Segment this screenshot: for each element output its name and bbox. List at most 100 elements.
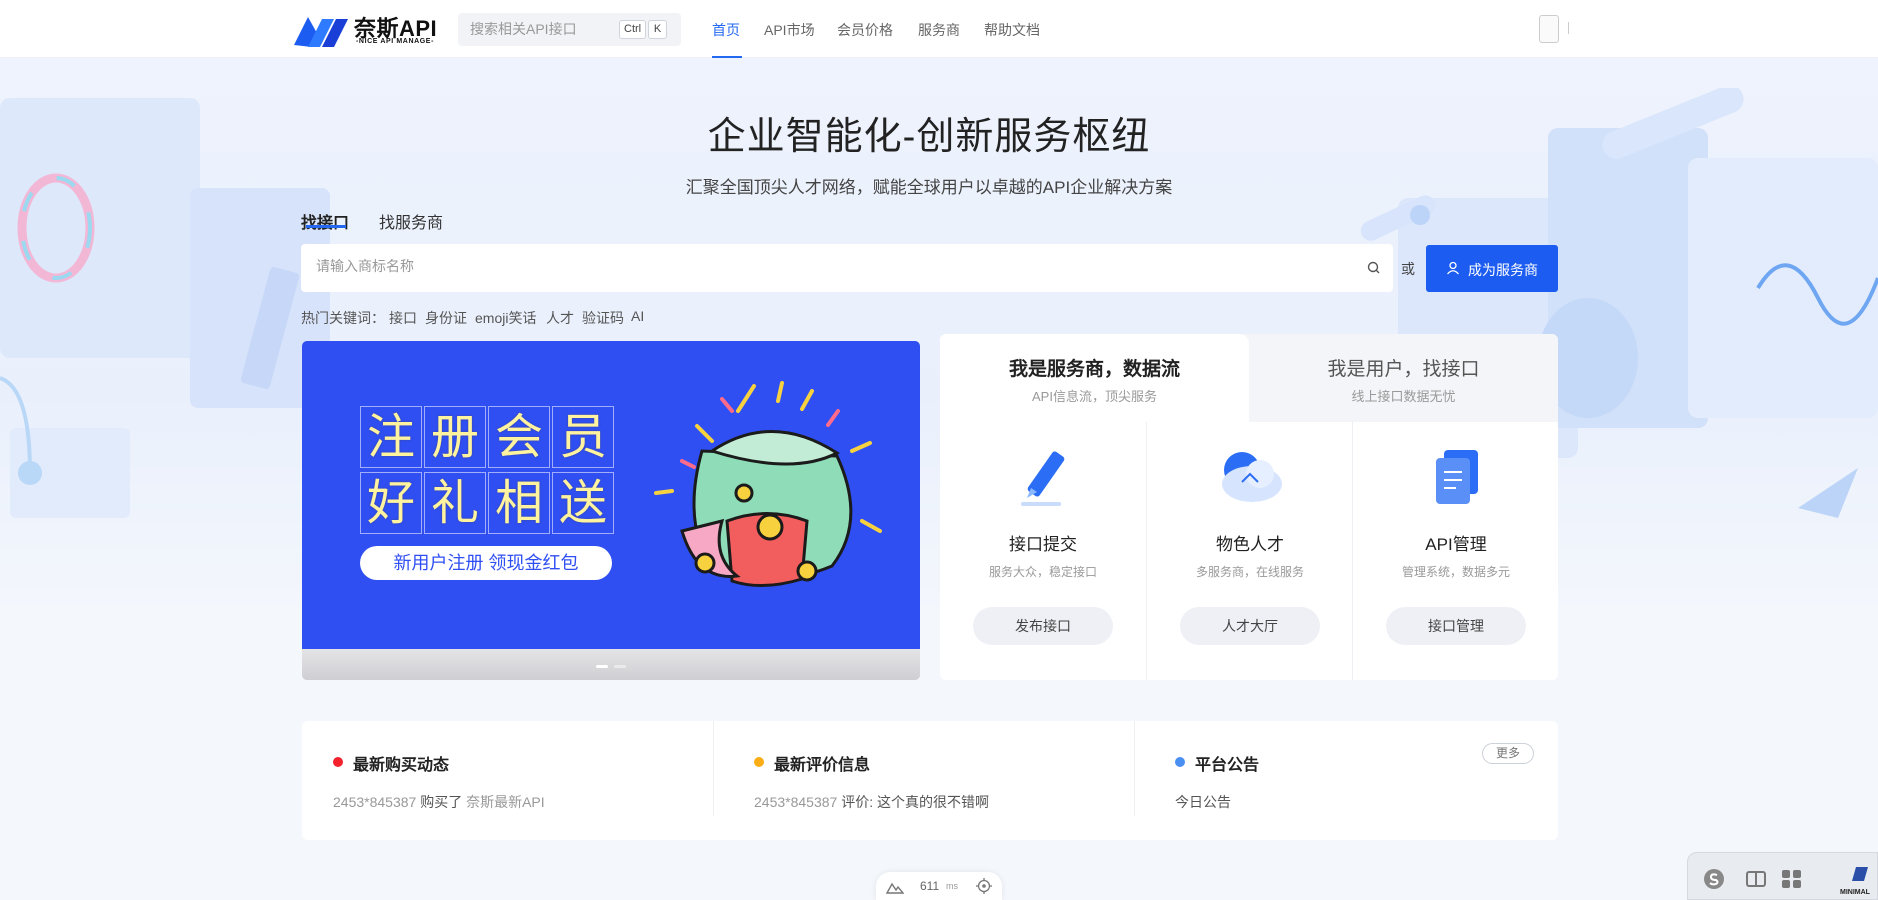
hero-search-input[interactable] xyxy=(316,258,1316,274)
top-navbar: 奈斯API -NICE API MANAGE- Ctrl K 首页 API市场 … xyxy=(0,0,1878,58)
service-title: API管理 xyxy=(1425,535,1487,554)
news-item[interactable]: 2453*845387 评价: 这个真的很不错啊 xyxy=(754,792,989,812)
hero-search-box[interactable] xyxy=(301,244,1393,292)
search-icon[interactable] xyxy=(1365,259,1383,277)
publish-api-button[interactable]: 发布接口 xyxy=(973,607,1113,645)
gift-bag-illustration-icon xyxy=(654,381,882,588)
s-logo-icon[interactable] xyxy=(1702,868,1726,890)
status-dot xyxy=(754,757,764,767)
news-divider xyxy=(1134,721,1135,816)
news-strip: 最新购买动态 2453*845387 购买了 奈斯最新API 最新评价信息 24… xyxy=(302,721,1558,840)
hot-keyword[interactable]: AI xyxy=(631,308,644,324)
nav-membership-pricing[interactable]: 会员价格 xyxy=(837,20,893,40)
tab-provider-title: 我是服务商，数据流 xyxy=(1008,359,1180,380)
news-title: 最新购买动态 xyxy=(353,757,450,774)
cloud-icon xyxy=(1222,452,1282,502)
service-title: 物色人才 xyxy=(1216,535,1284,554)
promo-carousel[interactable]: 注 册 会 员 好 礼 相 送 新用户注册 领现金红包 xyxy=(302,341,920,680)
avatar-divider xyxy=(1568,22,1569,34)
or-label: 或 xyxy=(1401,261,1415,277)
news-action: 购买了 xyxy=(420,794,463,810)
carousel-dot-active[interactable] xyxy=(596,665,608,668)
minimal-label: MINIMAL xyxy=(1840,889,1870,896)
tab-user-title: 我是用户，找接口 xyxy=(1327,359,1480,380)
service-title: 接口提交 xyxy=(1009,535,1077,554)
tab-user-role[interactable]: 我是用户，找接口 线上接口数据无忧 xyxy=(1249,334,1558,422)
document-icon xyxy=(1436,450,1478,504)
promo-char: 会 xyxy=(488,406,550,468)
nav-home[interactable]: 首页 xyxy=(712,20,740,40)
talent-hall-button[interactable]: 人才大厅 xyxy=(1180,607,1320,645)
nav-help-docs[interactable]: 帮助文档 xyxy=(984,20,1040,40)
nav-api-market[interactable]: API市场 xyxy=(764,20,815,40)
news-item[interactable]: 今日公告 xyxy=(1175,792,1231,812)
news-target: 今日公告 xyxy=(1175,794,1231,810)
grid-icon[interactable] xyxy=(1780,868,1804,890)
carousel-dot[interactable] xyxy=(614,665,626,668)
service-card-submit-api: 接口提交 服务大众，稳定接口 发布接口 xyxy=(940,422,1146,680)
news-divider xyxy=(713,721,714,816)
mountain-icon xyxy=(886,882,904,894)
news-action: 评价: xyxy=(841,794,874,810)
news-title: 平台公告 xyxy=(1195,757,1260,774)
perf-monitor[interactable]: 611 ms xyxy=(876,872,1002,900)
logo-tagline: -NICE API MANAGE- xyxy=(356,38,434,45)
become-provider-label: 成为服务商 xyxy=(1468,262,1538,278)
promo-char: 送 xyxy=(552,472,614,534)
become-provider-button[interactable]: 成为服务商 xyxy=(1426,245,1558,292)
hero-title: 企业智能化-创新服务枢纽 xyxy=(707,116,1151,158)
tab-provider-role[interactable]: 我是服务商，数据流 API信息流，顶尖服务 xyxy=(940,334,1249,422)
carousel-footer xyxy=(302,649,920,680)
role-tabs: 我是服务商，数据流 API信息流，顶尖服务 我是用户，找接口 线上接口数据无忧 xyxy=(940,334,1558,422)
target-icon[interactable] xyxy=(976,878,992,894)
user-icon xyxy=(1447,261,1459,275)
hot-keyword[interactable]: 身份证 xyxy=(425,308,467,328)
logo-mark-icon xyxy=(294,17,348,47)
news-column-announcements: 平台公告 今日公告 xyxy=(1144,721,1562,840)
service-description: 管理系统，数据多元 xyxy=(1401,565,1510,579)
news-user: 2453*845387 xyxy=(754,794,838,810)
promo-char: 员 xyxy=(552,406,614,468)
news-title: 最新评价信息 xyxy=(774,757,871,774)
corner-toolbar: MINIMAL xyxy=(1687,852,1878,900)
news-target: 这个真的很不错啊 xyxy=(876,794,989,810)
perf-value: 611 xyxy=(920,879,940,893)
promo-char: 好 xyxy=(360,472,422,534)
tab-find-api[interactable]: 找接口 xyxy=(301,209,349,233)
promo-signup-pill[interactable]: 新用户注册 领现金红包 xyxy=(360,546,612,580)
promo-char: 礼 xyxy=(424,472,486,534)
promo-char: 册 xyxy=(424,406,486,468)
hot-keyword[interactable]: 验证码 xyxy=(582,308,624,328)
manage-api-button[interactable]: 接口管理 xyxy=(1386,607,1526,645)
hot-keyword[interactable]: emoji笑话 xyxy=(475,308,536,328)
news-item[interactable]: 2453*845387 购买了 奈斯最新API xyxy=(333,792,545,812)
logo[interactable]: 奈斯API -NICE API MANAGE- xyxy=(292,11,442,51)
minimal-logo-icon[interactable] xyxy=(1848,863,1872,885)
service-description: 多服务商，在线服务 xyxy=(1195,565,1304,579)
hot-keywords-label: 热门关键词： xyxy=(301,310,385,326)
more-button[interactable]: 更多 xyxy=(1482,743,1534,764)
shortcut-ctrl-key: Ctrl xyxy=(619,20,647,39)
tab-provider-subtitle: API信息流，顶尖服务 xyxy=(1032,389,1157,404)
hot-keyword[interactable]: 接口 xyxy=(389,308,417,328)
status-dot xyxy=(1175,757,1185,767)
news-user: 2453*845387 xyxy=(333,794,417,810)
news-column-reviews: 最新评价信息 2453*845387 评价: 这个真的很不错啊 xyxy=(723,721,1141,840)
header-search-input[interactable] xyxy=(470,21,610,37)
nav-service-providers[interactable]: 服务商 xyxy=(918,20,960,40)
header-search-box[interactable]: Ctrl K xyxy=(458,13,681,46)
tab-find-provider[interactable]: 找服务商 xyxy=(379,209,443,233)
news-target: 奈斯最新API xyxy=(466,794,545,810)
decorative-left-illustration-icon xyxy=(0,98,330,518)
hero-subtitle: 汇聚全国顶尖人才网络，赋能全球用户以卓越的API企业解决方案 xyxy=(685,178,1173,197)
promo-char: 注 xyxy=(360,406,422,468)
nav-active-indicator xyxy=(712,56,742,58)
promo-slide[interactable]: 注 册 会 员 好 礼 相 送 新用户注册 领现金红包 xyxy=(302,341,920,649)
hot-keyword[interactable]: 人才 xyxy=(546,308,574,328)
book-icon[interactable] xyxy=(1744,868,1768,890)
tab-user-subtitle: 线上接口数据无忧 xyxy=(1351,389,1456,404)
user-avatar[interactable] xyxy=(1539,15,1559,43)
tab-active-indicator xyxy=(306,225,346,228)
role-panel: 我是服务商，数据流 API信息流，顶尖服务 我是用户，找接口 线上接口数据无忧 … xyxy=(940,334,1558,680)
pen-icon xyxy=(1021,451,1065,506)
